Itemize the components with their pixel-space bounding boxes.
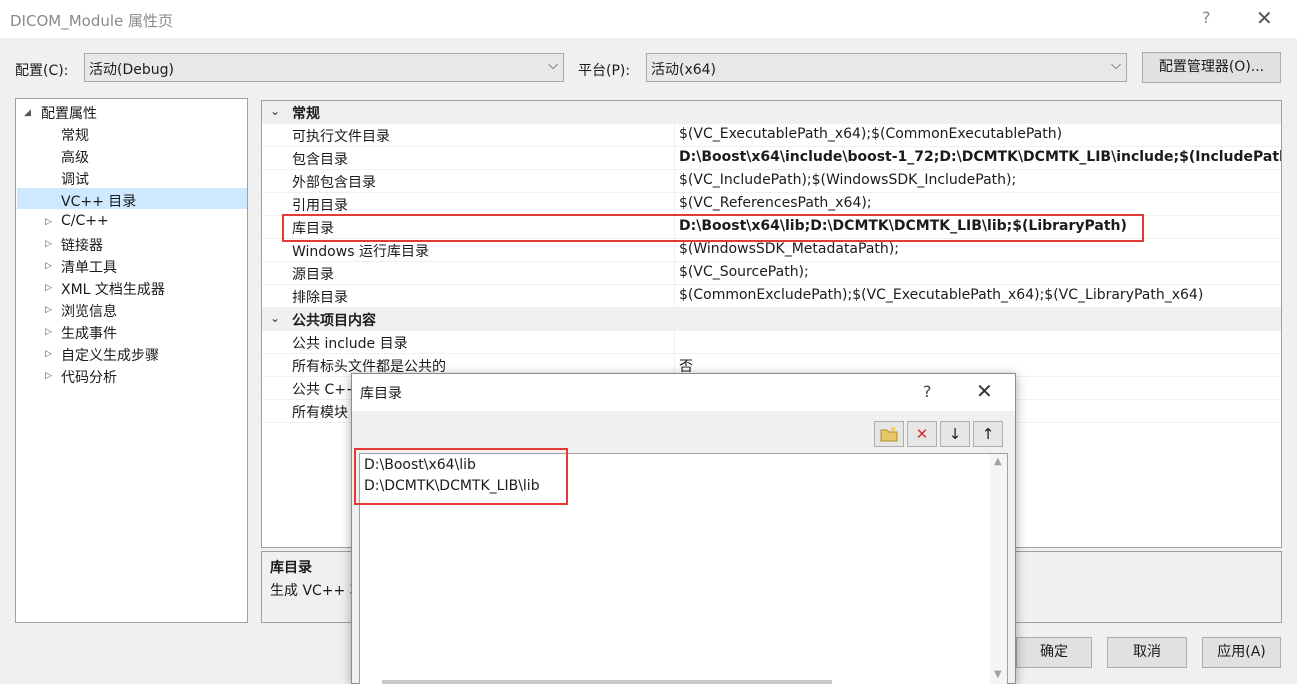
tree-item-advanced[interactable]: 高级 — [61, 147, 89, 167]
category-public-project[interactable]: ⌄ 公共项目内容 — [262, 308, 1281, 331]
property-name: 排除目录 — [292, 290, 348, 306]
column-divider — [674, 262, 675, 285]
config-label: 配置(C): — [15, 63, 69, 79]
property-row[interactable]: 公共 include 目录 — [262, 331, 1281, 354]
column-divider — [674, 124, 675, 147]
description-title: 库目录 — [270, 560, 312, 576]
expand-right-icon[interactable]: ▷ — [45, 305, 52, 315]
title-bar: DICOM_Module 属性页 ? ✕ — [0, 0, 1297, 38]
tree-item-debugging[interactable]: 调试 — [61, 169, 89, 189]
property-value: $(WindowsSDK_MetadataPath); — [679, 241, 899, 257]
tree-item-code-analysis[interactable]: 代码分析 — [61, 367, 117, 387]
property-row[interactable]: 外部包含目录 $(VC_IncludePath);$(WindowsSDK_In… — [262, 170, 1281, 193]
platform-select[interactable]: 活动(x64) ⌵ — [646, 53, 1127, 82]
move-down-icon[interactable]: ↓ — [940, 421, 970, 447]
dialog-title: 库目录 — [360, 386, 402, 402]
expand-right-icon[interactable]: ▷ — [45, 217, 52, 227]
expand-right-icon[interactable]: ▷ — [45, 261, 52, 271]
property-name: 源目录 — [292, 267, 334, 283]
description-text: 生成 VC++ 项 — [270, 583, 364, 599]
help-icon[interactable]: ? — [923, 382, 932, 401]
column-divider — [674, 170, 675, 193]
column-divider — [674, 193, 675, 216]
property-row[interactable]: Windows 运行库目录 $(WindowsSDK_MetadataPath)… — [262, 239, 1281, 262]
column-divider — [674, 239, 675, 262]
property-value: $(CommonExcludePath);$(VC_ExecutablePath… — [679, 287, 1204, 303]
chevron-down-icon: ⌵ — [548, 58, 558, 73]
expand-right-icon[interactable]: ▷ — [45, 283, 52, 293]
property-name: 公共 C++ — [292, 382, 358, 398]
tree-item-xml[interactable]: XML 文档生成器 — [61, 279, 165, 299]
property-row[interactable]: 引用目录 $(VC_ReferencesPath_x64); — [262, 193, 1281, 216]
window-title: DICOM_Module 属性页 — [10, 12, 174, 30]
help-icon[interactable]: ? — [1202, 8, 1211, 27]
property-row[interactable]: 排除目录 $(CommonExcludePath);$(VC_Executabl… — [262, 285, 1281, 308]
property-name: 公共 include 目录 — [292, 336, 408, 352]
category-label: 公共项目内容 — [292, 313, 376, 329]
config-select-value: 活动(Debug) — [89, 62, 174, 78]
property-row[interactable]: 源目录 $(VC_SourcePath); — [262, 262, 1281, 285]
property-row[interactable]: 包含目录 D:\Boost\x64\include\boost-1_72;D:\… — [262, 147, 1282, 170]
tree-root[interactable]: 配置属性 — [41, 103, 97, 123]
property-name: 所有模块 — [292, 405, 348, 421]
tree-item-build-events[interactable]: 生成事件 — [61, 323, 117, 343]
tree-item-custom-build[interactable]: 自定义生成步骤 — [61, 345, 159, 365]
expand-right-icon[interactable]: ▷ — [45, 371, 52, 381]
property-name: 外部包含目录 — [292, 175, 376, 191]
property-value: $(VC_IncludePath);$(WindowsSDK_IncludePa… — [679, 172, 1017, 188]
library-dirs-dialog: 库目录 ? ✕ ✕ ↓ ↑ D:\Boost\x64\lib D:\DCMTK\… — [351, 373, 1016, 684]
column-divider — [674, 331, 675, 354]
expand-right-icon[interactable]: ▷ — [45, 239, 52, 249]
config-manager-button[interactable]: 配置管理器(O)... — [1142, 52, 1281, 83]
expand-right-icon[interactable]: ▷ — [45, 349, 52, 359]
cancel-button[interactable]: 取消 — [1107, 637, 1187, 668]
ok-button[interactable]: 确定 — [1016, 637, 1092, 668]
property-tree: ◢ 配置属性 常规 高级 调试 VC++ 目录 ▷ C/C++ ▷ 链接器 ▷ … — [15, 98, 248, 623]
tree-item-manifest[interactable]: 清单工具 — [61, 257, 117, 277]
scroll-up-icon[interactable]: ▲ — [994, 456, 1002, 467]
property-name: 可执行文件目录 — [292, 129, 390, 145]
property-value: D:\Boost\x64\include\boost-1_72;D:\DCMTK… — [679, 149, 1282, 165]
property-name: 包含目录 — [292, 152, 348, 168]
category-general[interactable]: ⌄ 常规 — [262, 101, 1281, 124]
tree-item-vc-directories[interactable]: VC++ 目录 — [61, 191, 136, 211]
expand-right-icon[interactable]: ▷ — [45, 327, 52, 337]
tree-item-general[interactable]: 常规 — [61, 125, 89, 145]
category-label: 常规 — [292, 106, 320, 122]
property-value: $(VC_ReferencesPath_x64); — [679, 195, 872, 211]
horizontal-scrollbar[interactable] — [382, 680, 832, 684]
dialog-title-bar: 库目录 ? ✕ — [352, 374, 1015, 411]
config-select[interactable]: 活动(Debug) ⌵ — [84, 53, 564, 82]
column-divider — [674, 285, 675, 308]
property-name: 引用目录 — [292, 198, 348, 214]
platform-label: 平台(P): — [578, 63, 631, 79]
expand-down-icon[interactable]: ◢ — [24, 108, 31, 118]
highlight-box — [282, 214, 1144, 242]
tree-item-browse[interactable]: 浏览信息 — [61, 301, 117, 321]
tree-item-linker[interactable]: 链接器 — [61, 235, 103, 255]
new-folder-icon[interactable] — [874, 421, 904, 447]
tree-item-cpp[interactable]: C/C++ — [61, 213, 109, 229]
property-row[interactable]: 可执行文件目录 $(VC_ExecutablePath_x64);$(Commo… — [262, 124, 1281, 147]
property-value: $(VC_SourcePath); — [679, 264, 809, 280]
apply-button[interactable]: 应用(A) — [1202, 637, 1281, 668]
column-divider — [674, 147, 675, 170]
highlight-box — [354, 448, 568, 505]
vertical-scrollbar[interactable]: ▲ ▼ — [990, 454, 1007, 684]
property-value: $(VC_ExecutablePath_x64);$(CommonExecuta… — [679, 126, 1063, 142]
chevron-down-icon: ⌵ — [1111, 58, 1121, 73]
property-name: Windows 运行库目录 — [292, 244, 429, 260]
collapse-icon[interactable]: ⌄ — [270, 104, 280, 118]
close-icon[interactable]: ✕ — [1256, 6, 1273, 30]
close-icon[interactable]: ✕ — [976, 379, 993, 403]
platform-select-value: 活动(x64) — [651, 62, 717, 78]
collapse-icon[interactable]: ⌄ — [270, 311, 280, 325]
move-up-icon[interactable]: ↑ — [973, 421, 1003, 447]
scroll-down-icon[interactable]: ▼ — [994, 669, 1002, 680]
delete-icon[interactable]: ✕ — [907, 421, 937, 447]
